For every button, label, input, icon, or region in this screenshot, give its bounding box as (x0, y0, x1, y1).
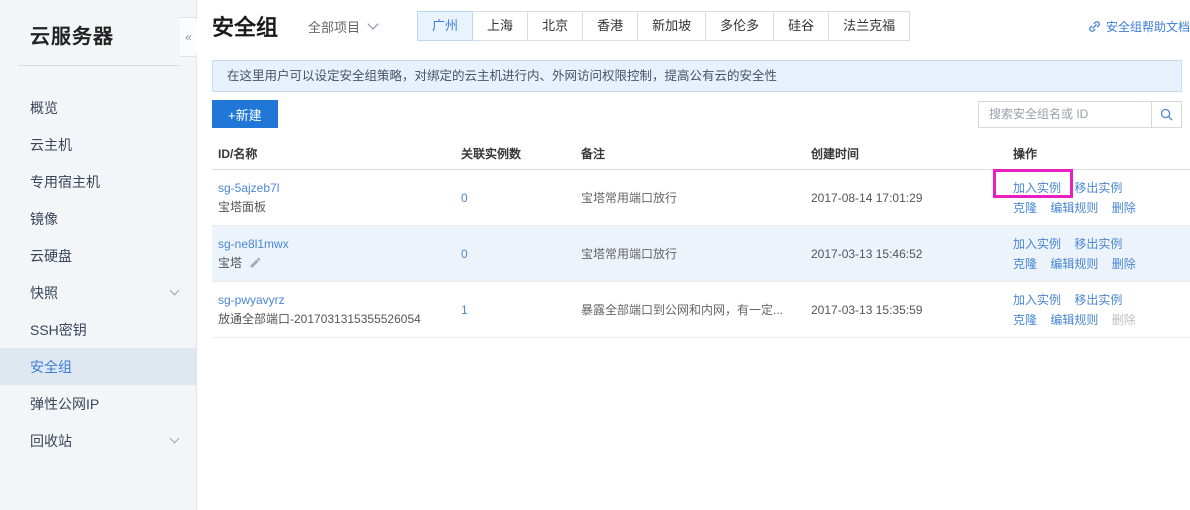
sg-name: 放通全部端口-2017031315355526054 (218, 311, 421, 326)
sidebar: 云服务器 « 概览 云主机 专用宿主机 镜像 云硬盘 快照 SSH密钥 安全组 … (0, 0, 198, 510)
page-header: 安全组 全部项目 广州 上海 北京 香港 新加坡 多伦多 硅谷 法兰克福 安全组… (197, 0, 1190, 52)
help-doc-label: 安全组帮助文档 (1105, 19, 1190, 34)
sidebar-item-label: 云硬盘 (30, 247, 72, 264)
sidebar-item-label: 回收站 (30, 432, 72, 449)
delete-link-disabled: 删除 (1111, 312, 1136, 327)
sg-id-link[interactable]: sg-pwyavyrz (218, 293, 285, 307)
col-header-remark: 备注 (581, 147, 606, 161)
table-row: sg-5ajzeb7l 宝塔面板 0 宝塔常用端口放行 2017-08-14 1… (212, 170, 1190, 226)
table-row: sg-pwyavyrz 放通全部端口-2017031315355526054 1… (212, 282, 1190, 338)
region-tab-toronto[interactable]: 多伦多 (705, 11, 775, 41)
clone-link[interactable]: 克隆 (1013, 257, 1037, 271)
chevron-down-icon (169, 285, 180, 296)
remove-instance-link[interactable]: 移出实例 (1074, 293, 1122, 307)
sidebar-item-label: 镜像 (30, 210, 58, 227)
sidebar-item-label: 专用宿主机 (30, 173, 100, 190)
sidebar-item-label: 安全组 (30, 358, 72, 375)
security-group-table: ID/名称 关联实例数 备注 创建时间 操作 sg-5ajzeb7l 宝塔面板 … (212, 138, 1190, 338)
sidebar-item-label: 快照 (30, 284, 58, 301)
table-row: sg-ne8l1mwx 宝塔 0 宝塔常用端口放行 2017-03-13 15:… (212, 226, 1190, 282)
sidebar-item-label: 云主机 (30, 136, 72, 153)
sidebar-title: 云服务器 (30, 26, 114, 48)
sidebar-item-cvm[interactable]: 云主机 (0, 126, 196, 163)
delete-link[interactable]: 删除 (1112, 257, 1136, 271)
search-box (978, 100, 1182, 128)
sidebar-item-images[interactable]: 镜像 (0, 200, 196, 237)
join-instance-link[interactable]: 加入实例 (1013, 181, 1061, 195)
region-tab-hongkong[interactable]: 香港 (582, 11, 639, 41)
sidebar-item-overview[interactable]: 概览 (0, 89, 196, 126)
sg-remark: 暴露全部端口到公网和内网，有一定... (581, 303, 784, 317)
page-title: 安全组 (212, 15, 279, 40)
region-tab-shanghai[interactable]: 上海 (472, 11, 529, 41)
edit-name-icon[interactable] (249, 256, 262, 269)
sidebar-item-label: 弹性公网IP (30, 395, 100, 412)
region-tab-guangzhou[interactable]: 广州 (417, 11, 474, 41)
toolbar: +新建 (212, 100, 1182, 128)
sidebar-item-eip[interactable]: 弹性公网IP (0, 385, 196, 422)
col-header-id-name: ID/名称 (218, 147, 258, 161)
project-filter-dropdown[interactable]: 全部项目 (308, 17, 379, 36)
create-button[interactable]: +新建 (212, 100, 278, 128)
join-instance-link[interactable]: 加入实例 (1013, 237, 1061, 251)
edit-rules-link[interactable]: 编辑规则 (1050, 201, 1098, 215)
sg-id-link[interactable]: sg-5ajzeb7l (218, 181, 279, 195)
region-tabs: 广州 上海 北京 香港 新加坡 多伦多 硅谷 法兰克福 (417, 11, 911, 41)
info-banner: 在这里用户可以设定安全组策略，对绑定的云主机进行内、外网访问权限控制，提高公有云… (212, 60, 1182, 92)
sidebar-divider (18, 65, 180, 66)
help-doc-link[interactable]: 安全组帮助文档 (1088, 18, 1190, 35)
sg-created-time: 2017-08-14 17:01:29 (811, 190, 923, 205)
sg-remark: 宝塔常用端口放行 (581, 191, 678, 205)
sg-name: 宝塔面板 (218, 199, 267, 214)
link-icon (1089, 20, 1100, 32)
region-tab-frankfurt[interactable]: 法兰克福 (828, 11, 911, 41)
info-banner-text: 在这里用户可以设定安全组策略，对绑定的云主机进行内、外网访问权限控制，提高公有云… (227, 69, 778, 83)
sg-created-time: 2017-03-13 15:35:59 (811, 302, 923, 317)
clone-link[interactable]: 克隆 (1013, 201, 1037, 215)
remove-instance-link[interactable]: 移出实例 (1074, 237, 1122, 251)
sidebar-item-label: 概览 (30, 99, 58, 116)
clone-link[interactable]: 克隆 (1013, 313, 1037, 327)
chevron-down-icon (169, 433, 180, 444)
sidebar-menu: 概览 云主机 专用宿主机 镜像 云硬盘 快照 SSH密钥 安全组 弹性公网IP … (0, 89, 196, 459)
col-header-instances: 关联实例数 (461, 147, 522, 161)
sg-name: 宝塔 (218, 255, 243, 270)
region-tab-beijing[interactable]: 北京 (527, 11, 584, 41)
main-content: 安全组 全部项目 广州 上海 北京 香港 新加坡 多伦多 硅谷 法兰克福 安全组… (197, 0, 1190, 510)
sg-remark: 宝塔常用端口放行 (581, 247, 678, 261)
sidebar-item-security-group[interactable]: 安全组 (0, 348, 196, 385)
search-button[interactable] (1151, 101, 1181, 127)
table-header-row: ID/名称 关联实例数 备注 创建时间 操作 (212, 138, 1190, 170)
col-header-created: 创建时间 (811, 147, 860, 161)
delete-link[interactable]: 删除 (1112, 201, 1136, 215)
col-header-actions: 操作 (1013, 147, 1038, 161)
region-tab-singapore[interactable]: 新加坡 (637, 11, 707, 41)
project-filter-label: 全部项目 (308, 19, 361, 35)
sidebar-item-cloud-disk[interactable]: 云硬盘 (0, 237, 196, 274)
sidebar-item-dedicated-host[interactable]: 专用宿主机 (0, 163, 196, 200)
sg-created-time: 2017-03-13 15:46:52 (811, 246, 923, 261)
collapse-icon: « (185, 30, 192, 44)
join-instance-link[interactable]: 加入实例 (1013, 293, 1061, 307)
sidebar-item-recycle-bin[interactable]: 回收站 (0, 422, 196, 459)
sg-id-link[interactable]: sg-ne8l1mwx (218, 237, 289, 251)
instance-count-link[interactable]: 0 (461, 247, 468, 261)
edit-rules-link[interactable]: 编辑规则 (1050, 313, 1098, 327)
search-input[interactable] (979, 101, 1151, 127)
instance-count-link[interactable]: 0 (461, 191, 468, 205)
region-tab-siliconvalley[interactable]: 硅谷 (773, 11, 830, 41)
instance-count-link[interactable]: 1 (461, 303, 468, 317)
edit-rules-link[interactable]: 编辑规则 (1050, 257, 1098, 271)
chevron-down-icon (367, 18, 379, 30)
search-icon (1160, 108, 1173, 121)
sidebar-item-snapshot[interactable]: 快照 (0, 274, 196, 311)
sidebar-collapse-button[interactable]: « (180, 17, 198, 57)
remove-instance-link[interactable]: 移出实例 (1074, 181, 1122, 195)
sidebar-item-label: SSH密钥 (30, 321, 87, 338)
sidebar-item-ssh-key[interactable]: SSH密钥 (0, 311, 196, 348)
